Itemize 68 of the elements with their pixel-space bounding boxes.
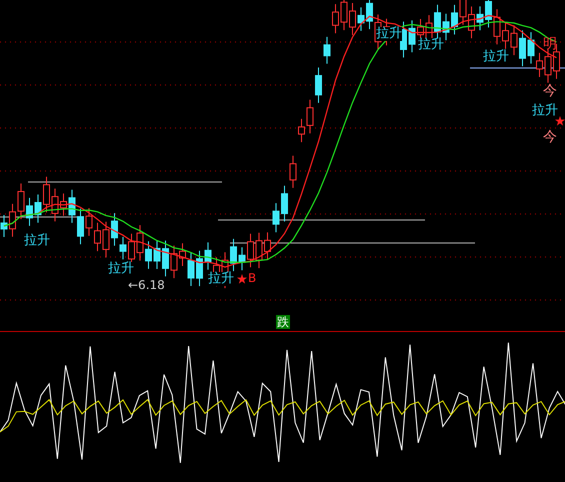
star-icon: [555, 116, 565, 126]
signal-label: 拉升: [376, 27, 402, 41]
candlestick: [68, 189, 76, 224]
candlestick: [238, 246, 246, 271]
candlestick: [18, 183, 24, 220]
signal-label: 拉升: [24, 234, 50, 248]
buy-marker: B: [248, 272, 256, 285]
candlestick: [162, 240, 169, 277]
candlestick: [324, 36, 330, 64]
candlestick: [145, 240, 152, 270]
candlestick: [315, 67, 322, 104]
candlestick: [485, 0, 492, 28]
candlestick: [264, 232, 271, 260]
candlestick: [9, 203, 16, 238]
signal-label: 拉升: [483, 50, 509, 64]
candlestick: [77, 208, 84, 245]
candlestick: [60, 193, 67, 216]
candlestick: [136, 224, 144, 262]
day-label: 明: [543, 37, 557, 52]
candlestick: [26, 197, 33, 226]
signal-label: 拉升: [208, 272, 234, 286]
candlestick: [179, 242, 186, 266]
candlestick: [528, 32, 534, 64]
candlestick: [272, 202, 280, 233]
candlestick: [366, 0, 373, 30]
candlestick: [468, 6, 475, 39]
candlestick: [298, 118, 305, 143]
candlestick: [94, 222, 101, 252]
candlestick: [111, 212, 118, 246]
candlestick: [154, 240, 160, 270]
candlestick: [86, 208, 92, 236]
candlestick: [170, 245, 178, 279]
candlestick: [519, 30, 526, 67]
candlestick: [502, 22, 509, 50]
candlestick: [256, 232, 262, 269]
candlestick: [442, 13, 450, 41]
candlestick: [34, 194, 42, 224]
candlestick: [494, 8, 500, 45]
day-label: 今: [543, 130, 557, 145]
candlestick: [476, 6, 484, 31]
candlestick: [332, 4, 339, 34]
candlestick: [451, 4, 458, 36]
signal-label: 拉升: [532, 104, 558, 118]
day-label: 今: [543, 84, 557, 99]
candlestick: [408, 20, 416, 53]
candlestick: [510, 24, 518, 56]
candlestick: [188, 252, 194, 286]
candlestick: [247, 233, 254, 268]
candlestick: [120, 236, 126, 260]
candlestick: [230, 238, 237, 272]
candlestick: [102, 221, 110, 258]
candlestick: [52, 188, 58, 222]
candlestick: [281, 185, 288, 222]
star-icon: [237, 274, 247, 284]
low-price-label: ←6.18: [128, 279, 165, 292]
candlestick: [544, 48, 552, 84]
signal-label: 拉升: [108, 262, 134, 276]
candlestick: [0, 214, 8, 238]
candlestick: [43, 176, 50, 213]
candlestick: [349, 2, 356, 36]
signal-badge: 跌: [276, 315, 290, 329]
candlestick: [290, 155, 296, 188]
candlestick: [306, 99, 314, 134]
candlestick: [204, 242, 212, 270]
candlestick: [196, 250, 203, 287]
signal-label: 拉升: [418, 38, 444, 52]
candlestick: [358, 6, 364, 32]
candlestick: [536, 52, 543, 78]
